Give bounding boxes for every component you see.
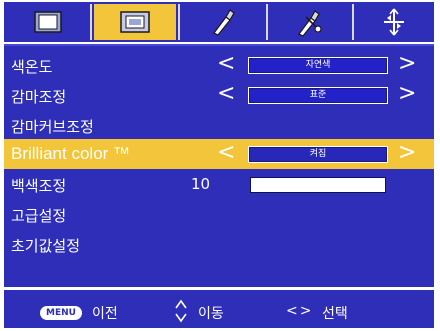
help-bar: MENU 이전 이동 <> 선택 xyxy=(4,290,434,328)
options-icon xyxy=(384,8,404,36)
menu-item-label: 감마커브조정 xyxy=(11,118,94,136)
osd-menu: 색온도 < 자연색 > 감마조정 < 표준 > 감마커브조정 Brilliant… xyxy=(0,0,440,331)
gamma-value: 표준 xyxy=(248,87,388,104)
menu-panel: 색온도 < 자연색 > 감마조정 < 표준 > 감마커브조정 Brilliant… xyxy=(4,44,434,287)
move-hint: 이동 xyxy=(198,306,224,322)
menu-item-label: 초기값설정 xyxy=(11,237,81,255)
tab-screen[interactable] xyxy=(94,4,176,40)
select-hint: 선택 xyxy=(322,306,348,322)
up-down-icon xyxy=(175,299,187,323)
menu-key-badge: MENU xyxy=(40,306,82,320)
left-right-icon: <> xyxy=(286,303,314,319)
arrow-right-icon[interactable]: > xyxy=(398,141,416,165)
color-temp-value: 자연색 xyxy=(248,57,388,74)
tab-options[interactable] xyxy=(356,4,432,40)
menu-item-label: 고급설정 xyxy=(11,207,67,225)
tab-bar xyxy=(4,2,434,42)
tab-settings-tools[interactable] xyxy=(270,4,350,40)
menu-item-label: 백색조정 xyxy=(11,177,67,195)
tab-divider xyxy=(266,4,268,40)
white-balance-slider[interactable] xyxy=(250,177,386,193)
arrow-left-icon[interactable]: < xyxy=(217,52,235,76)
settings-tools-icon xyxy=(298,10,322,37)
tab-divider xyxy=(352,4,354,40)
picture-icon xyxy=(34,11,62,33)
menu-item-white-balance[interactable]: 백색조정 10 xyxy=(4,169,434,199)
screen-icon xyxy=(120,11,150,33)
menu-item-brilliant-color[interactable]: Brilliant color ™ < 켜짐 > xyxy=(4,139,434,169)
menu-item-gamma-curve[interactable]: 감마커브조정 xyxy=(4,110,434,140)
menu-item-reset[interactable]: 초기값설정 xyxy=(4,229,434,259)
menu-item-label: Brilliant color ™ xyxy=(11,144,131,163)
panel-divider xyxy=(4,44,434,46)
arrow-left-icon[interactable]: < xyxy=(217,82,235,106)
arrow-right-icon[interactable]: > xyxy=(398,52,416,76)
tab-divider xyxy=(90,4,92,40)
menu-item-color-temp[interactable]: 색온도 < 자연색 > xyxy=(4,50,434,80)
tab-divider xyxy=(178,4,180,40)
menu-item-gamma[interactable]: 감마조정 < 표준 > xyxy=(4,80,434,110)
arrow-left-icon[interactable]: < xyxy=(217,141,235,165)
menu-item-label: 감마조정 xyxy=(11,88,67,106)
arrow-right-icon[interactable]: > xyxy=(398,82,416,106)
tools-icon xyxy=(213,9,235,36)
prev-hint: 이전 xyxy=(92,306,118,322)
tab-picture[interactable] xyxy=(8,4,88,40)
menu-item-advanced[interactable]: 고급설정 xyxy=(4,199,434,229)
brilliant-color-value: 켜짐 xyxy=(248,146,388,163)
white-balance-number: 10 xyxy=(191,175,211,193)
tab-tools[interactable] xyxy=(182,4,264,40)
menu-item-label: 색온도 xyxy=(11,58,53,76)
